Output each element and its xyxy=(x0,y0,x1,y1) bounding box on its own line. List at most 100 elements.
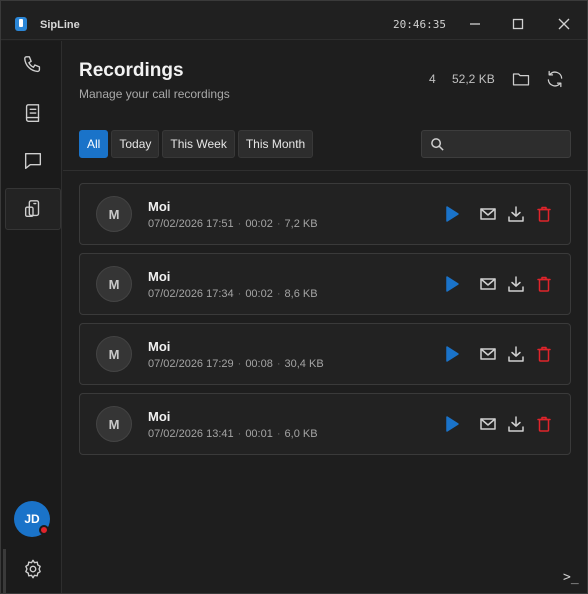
main-content: Recordings Manage your call recordings 4… xyxy=(63,41,587,593)
contact-avatar: M xyxy=(96,406,132,442)
play-button[interactable] xyxy=(441,203,463,225)
recording-size: 6,0 KB xyxy=(284,428,318,440)
filter-this-week[interactable]: This Week xyxy=(162,130,235,158)
gear-icon xyxy=(25,559,41,579)
recording-meta: 07/02/2026 17:34 · 00:02 · 8,6 KB xyxy=(148,288,318,300)
maximize-button[interactable] xyxy=(508,14,528,34)
recording-row[interactable]: M Moi 07/02/2026 17:34 · 00:02 · 8,6 KB xyxy=(79,253,571,315)
separator-dot: · xyxy=(237,218,242,230)
trash-icon xyxy=(537,346,551,362)
play-icon xyxy=(446,346,459,362)
filter-today[interactable]: Today xyxy=(111,130,160,158)
app-window: SipLine 20:46:35 JD Recordings Manage yo… xyxy=(0,0,588,594)
recording-size: 8,6 KB xyxy=(284,288,318,300)
search-input[interactable] xyxy=(452,136,564,152)
contact-name: Moi xyxy=(148,409,171,424)
separator-dot: · xyxy=(276,218,281,230)
total-size: 52,2 KB xyxy=(452,72,495,86)
trash-icon xyxy=(537,206,551,222)
user-status-dot xyxy=(39,525,49,535)
minimize-icon xyxy=(470,23,480,25)
search-box[interactable] xyxy=(421,130,571,158)
clock: 20:46:35 xyxy=(393,18,446,31)
delete-button[interactable] xyxy=(533,203,555,225)
mail-icon xyxy=(480,348,496,360)
recording-row[interactable]: M Moi 07/02/2026 13:41 · 00:01 · 6,0 KB xyxy=(79,393,571,455)
recording-row[interactable]: M Moi 07/02/2026 17:29 · 00:08 · 30,4 KB xyxy=(79,323,571,385)
search-icon xyxy=(431,138,444,151)
recording-datetime: 07/02/2026 13:41 xyxy=(148,428,234,440)
play-button[interactable] xyxy=(441,273,463,295)
mail-icon xyxy=(480,418,496,430)
play-icon xyxy=(446,416,459,432)
email-button[interactable] xyxy=(477,203,499,225)
trash-icon xyxy=(537,416,551,432)
play-button[interactable] xyxy=(441,343,463,365)
contact-avatar: M xyxy=(96,266,132,302)
recording-meta: 07/02/2026 13:41 · 00:01 · 6,0 KB xyxy=(148,428,318,440)
contact-name: Moi xyxy=(148,269,171,284)
filter-this-month[interactable]: This Month xyxy=(237,130,314,158)
download-button[interactable] xyxy=(505,203,527,225)
download-icon xyxy=(508,346,524,362)
mail-icon xyxy=(480,278,496,290)
separator-dot: · xyxy=(276,358,281,370)
terminal-button[interactable]: >_ xyxy=(563,570,579,585)
title-bar[interactable]: SipLine 20:46:35 xyxy=(1,1,587,40)
page-subtitle: Manage your call recordings xyxy=(79,87,230,101)
close-icon xyxy=(558,18,570,30)
sidebar-item-calls[interactable] xyxy=(5,44,61,86)
download-button[interactable] xyxy=(505,413,527,435)
app-logo-icon xyxy=(15,17,27,31)
folder-icon xyxy=(512,73,530,86)
separator-dot: · xyxy=(237,358,242,370)
filter-all[interactable]: All xyxy=(79,130,109,158)
mail-icon xyxy=(480,208,496,220)
open-folder-button[interactable] xyxy=(509,67,533,91)
page-title: Recordings xyxy=(79,60,184,81)
contact-avatar: M xyxy=(96,196,132,232)
recording-duration: 00:01 xyxy=(245,428,273,440)
contact-avatar: M xyxy=(96,336,132,372)
phone-icon xyxy=(24,56,41,73)
recording-row[interactable]: M Moi 07/02/2026 17:51 · 00:02 · 7,2 KB xyxy=(79,183,571,245)
close-button[interactable] xyxy=(554,14,574,34)
recording-duration: 00:02 xyxy=(245,288,273,300)
sidebar-item-contacts[interactable] xyxy=(5,92,61,134)
sidebar-item-messages[interactable] xyxy=(5,140,61,182)
recording-datetime: 07/02/2026 17:51 xyxy=(148,218,234,230)
recording-meta: 07/02/2026 17:51 · 00:02 · 7,2 KB xyxy=(148,218,318,230)
contact-name: Moi xyxy=(148,339,171,354)
delete-button[interactable] xyxy=(533,413,555,435)
contacts-book-icon xyxy=(25,104,40,122)
download-icon xyxy=(508,206,524,222)
download-button[interactable] xyxy=(505,273,527,295)
delete-button[interactable] xyxy=(533,343,555,365)
email-button[interactable] xyxy=(477,273,499,295)
trash-icon xyxy=(537,276,551,292)
delete-button[interactable] xyxy=(533,273,555,295)
sidebar-item-settings[interactable] xyxy=(5,548,61,590)
recording-size: 30,4 KB xyxy=(284,358,324,370)
separator-dot: · xyxy=(237,288,242,300)
sidebar-item-recordings[interactable] xyxy=(5,188,61,230)
download-icon xyxy=(508,276,524,292)
refresh-button[interactable] xyxy=(543,67,567,91)
email-button[interactable] xyxy=(477,343,499,365)
recordings-list: M Moi 07/02/2026 17:51 · 00:02 · 7,2 KB M Mo… xyxy=(79,183,571,463)
recording-duration: 00:02 xyxy=(245,218,273,230)
separator-dot: · xyxy=(276,428,281,440)
recording-size: 7,2 KB xyxy=(284,218,318,230)
recording-duration: 00:08 xyxy=(245,358,273,370)
separator-dot: · xyxy=(237,428,242,440)
recording-datetime: 07/02/2026 17:29 xyxy=(148,358,234,370)
download-button[interactable] xyxy=(505,343,527,365)
email-button[interactable] xyxy=(477,413,499,435)
voicemail-device-icon xyxy=(24,200,40,218)
refresh-icon xyxy=(547,70,563,88)
play-icon xyxy=(446,276,459,292)
minimize-button[interactable] xyxy=(465,14,485,34)
sidebar: JD xyxy=(1,41,62,593)
play-button[interactable] xyxy=(441,413,463,435)
chat-icon xyxy=(24,152,42,170)
